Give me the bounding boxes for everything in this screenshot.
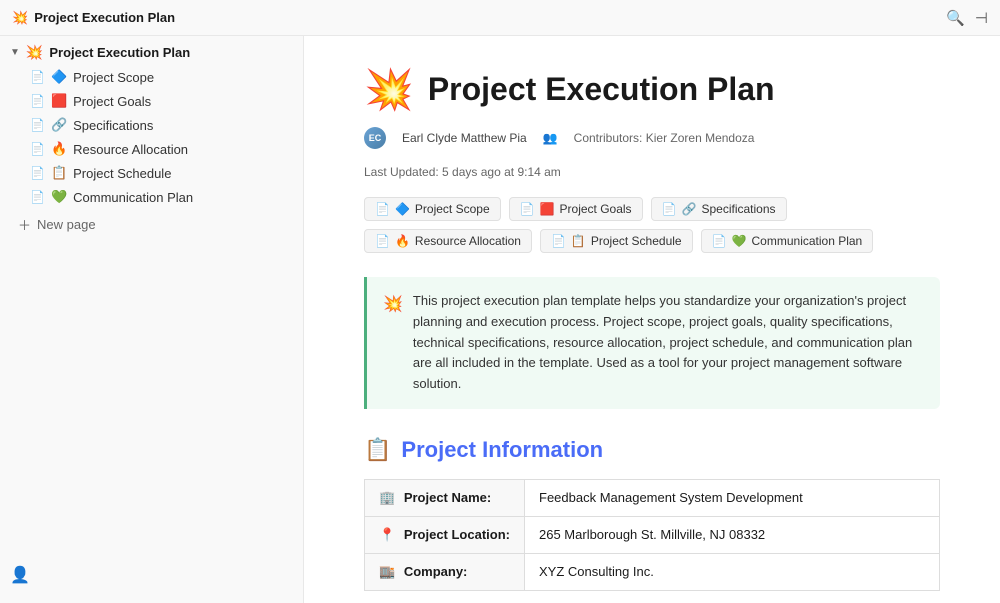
main-content: 💥 Project Execution Plan EC Earl Clyde M… xyxy=(304,36,1000,603)
sublink-project-schedule[interactable]: 📄 📋 Project Schedule xyxy=(540,229,693,253)
sidebar-label-scope: Project Scope xyxy=(73,70,154,85)
new-page-label: New page xyxy=(37,217,96,232)
cell-icon-project-name: 🏢 xyxy=(379,490,395,505)
author-name: Earl Clyde Matthew Pia xyxy=(402,131,527,145)
top-bar-title-area: 💥 Project Execution Plan xyxy=(12,10,175,26)
contributors-label: Contributors: Kier Zoren Mendoza xyxy=(574,131,755,145)
specs-emoji: 🔗 xyxy=(51,117,67,133)
top-bar: 💥 Project Execution Plan 🔍 ⊣ xyxy=(0,0,1000,36)
sidebar-label-comm: Communication Plan xyxy=(73,190,193,205)
doc-icon-resource: 📄 xyxy=(30,142,45,156)
page-title: Project Execution Plan xyxy=(428,71,775,108)
sidebar-label-specs: Specifications xyxy=(73,118,153,133)
sl-label-goals: Project Goals xyxy=(560,202,632,216)
collapse-icon[interactable]: ⊣ xyxy=(975,9,988,27)
sl-label-schedule: Project Schedule xyxy=(591,234,682,248)
sidebar-title-row[interactable]: ▼ 💥 Project Execution Plan xyxy=(0,36,303,65)
new-page-button[interactable]: ＋ New page xyxy=(0,209,303,238)
callout-text: This project execution plan template hel… xyxy=(413,291,924,395)
doc-icon-scope: 📄 xyxy=(30,70,45,84)
table-label-project-name: 🏢 Project Name: xyxy=(365,479,525,516)
page-main-icon: 💥 xyxy=(364,66,414,113)
table-value-project-location: 265 Marlborough St. Millville, NJ 08332 xyxy=(525,516,940,553)
sidebar-label-schedule: Project Schedule xyxy=(73,166,171,181)
last-updated: Last Updated: 5 days ago at 9:14 am xyxy=(364,165,561,179)
sidebar-item-project-scope[interactable]: 📄 🔷 Project Scope xyxy=(0,65,303,89)
app-title: Project Execution Plan xyxy=(34,10,175,25)
sublink-project-goals[interactable]: 📄 🟥 Project Goals xyxy=(509,197,643,221)
doc-icon-comm: 📄 xyxy=(30,190,45,204)
sl-emoji-scope: 🔷 xyxy=(395,202,410,216)
sl-label-comm: Communication Plan xyxy=(752,234,863,248)
sidebar-title-label: Project Execution Plan xyxy=(49,45,190,60)
contributors-icon: 👥 xyxy=(543,131,558,145)
cell-icon-company: 🏬 xyxy=(379,564,395,579)
sl-icon-comm: 📄 xyxy=(712,234,727,248)
doc-icon-specs: 📄 xyxy=(30,118,45,132)
sidebar-label-resource: Resource Allocation xyxy=(73,142,188,157)
sl-label-specs: Specifications xyxy=(701,202,775,216)
table-label-text-project-name: Project Name: xyxy=(404,490,491,505)
app-icon: 💥 xyxy=(12,10,28,26)
callout-box: 💥 This project execution plan template h… xyxy=(364,277,940,409)
page-header: 💥 Project Execution Plan xyxy=(364,66,940,113)
info-table: 🏢 Project Name: Feedback Management Syst… xyxy=(364,479,940,591)
sl-icon-goals: 📄 xyxy=(520,202,535,216)
comm-emoji: 💚 xyxy=(51,189,67,205)
doc-icon-schedule: 📄 xyxy=(30,166,45,180)
new-page-plus-icon: ＋ xyxy=(18,215,31,234)
sidebar-chevron: ▼ xyxy=(10,47,20,58)
sublinks-row: 📄 🔷 Project Scope 📄 🟥 Project Goals 📄 🔗 … xyxy=(364,197,940,253)
author-avatar: EC xyxy=(364,127,386,149)
table-value-project-name: Feedback Management System Development xyxy=(525,479,940,516)
resource-emoji: 🔥 xyxy=(51,141,67,157)
sublink-communication-plan[interactable]: 📄 💚 Communication Plan xyxy=(701,229,874,253)
table-row-project-location: 📍 Project Location: 265 Marlborough St. … xyxy=(365,516,940,553)
section-header: 📋 Project Information xyxy=(364,437,940,463)
sublink-project-scope[interactable]: 📄 🔷 Project Scope xyxy=(364,197,501,221)
top-bar-actions: 🔍 ⊣ xyxy=(946,9,988,27)
meta-row: EC Earl Clyde Matthew Pia 👥 Contributors… xyxy=(364,127,940,179)
sl-icon-scope: 📄 xyxy=(375,202,390,216)
sidebar-bottom-icon[interactable]: 👤 xyxy=(10,567,30,584)
table-label-text-project-location: Project Location: xyxy=(404,527,510,542)
cell-icon-project-location: 📍 xyxy=(379,527,395,542)
sidebar-title-icon: 💥 xyxy=(26,44,43,61)
sidebar-item-communication-plan[interactable]: 📄 💚 Communication Plan xyxy=(0,185,303,209)
sl-label-scope: Project Scope xyxy=(415,202,490,216)
sidebar-item-project-goals[interactable]: 📄 🟥 Project Goals xyxy=(0,89,303,113)
sublink-resource-allocation[interactable]: 📄 🔥 Resource Allocation xyxy=(364,229,532,253)
scope-emoji: 🔷 xyxy=(51,69,67,85)
table-label-company: 🏬 Company: xyxy=(365,553,525,590)
sl-emoji-resource: 🔥 xyxy=(395,234,410,248)
section-icon: 📋 xyxy=(364,437,391,463)
sl-icon-resource: 📄 xyxy=(375,234,390,248)
goals-emoji: 🟥 xyxy=(51,93,67,109)
sidebar-item-specifications[interactable]: 📄 🔗 Specifications xyxy=(0,113,303,137)
schedule-emoji: 📋 xyxy=(51,165,67,181)
sl-emoji-goals: 🟥 xyxy=(540,202,555,216)
table-label-project-location: 📍 Project Location: xyxy=(365,516,525,553)
sl-icon-schedule: 📄 xyxy=(551,234,566,248)
sublink-specifications[interactable]: 📄 🔗 Specifications xyxy=(651,197,787,221)
layout: ▼ 💥 Project Execution Plan 📄 🔷 Project S… xyxy=(0,36,1000,603)
callout-icon: 💥 xyxy=(383,292,403,395)
sidebar-item-resource-allocation[interactable]: 📄 🔥 Resource Allocation xyxy=(0,137,303,161)
sidebar-bottom: 👤 xyxy=(0,557,303,593)
table-label-text-company: Company: xyxy=(404,564,468,579)
sidebar-item-project-schedule[interactable]: 📄 📋 Project Schedule xyxy=(0,161,303,185)
sl-icon-specs: 📄 xyxy=(662,202,677,216)
sl-emoji-comm: 💚 xyxy=(732,234,747,248)
sl-emoji-schedule: 📋 xyxy=(571,234,586,248)
sidebar: ▼ 💥 Project Execution Plan 📄 🔷 Project S… xyxy=(0,36,304,603)
table-row-company: 🏬 Company: XYZ Consulting Inc. xyxy=(365,553,940,590)
doc-icon-goals: 📄 xyxy=(30,94,45,108)
sidebar-label-goals: Project Goals xyxy=(73,94,151,109)
section-title: Project Information xyxy=(401,437,603,463)
table-value-company: XYZ Consulting Inc. xyxy=(525,553,940,590)
search-icon[interactable]: 🔍 xyxy=(946,9,965,27)
sl-emoji-specs: 🔗 xyxy=(682,202,697,216)
sl-label-resource: Resource Allocation xyxy=(415,234,521,248)
table-row-project-name: 🏢 Project Name: Feedback Management Syst… xyxy=(365,479,940,516)
